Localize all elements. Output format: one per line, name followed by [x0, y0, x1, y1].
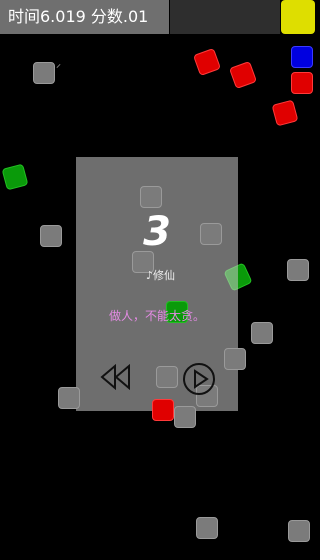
motto-text: 做人，不能太贪。	[108, 309, 205, 323]
red-block	[291, 72, 313, 94]
gray-block	[224, 348, 246, 370]
hud-dark-bar	[170, 0, 280, 34]
gray-block	[288, 520, 310, 542]
play-circle-icon	[183, 363, 215, 395]
gray-block	[196, 517, 218, 539]
rewind-button[interactable]	[98, 363, 132, 391]
red-block	[152, 399, 174, 421]
gray-block	[58, 387, 80, 409]
blue-block	[291, 46, 313, 68]
subtitle-label: 修仙	[153, 269, 176, 282]
yellow-color-button[interactable]	[281, 0, 315, 34]
gray-block	[174, 406, 196, 428]
countdown-overlay: 3 ♪修仙 做人，不能太贪。	[58, 157, 246, 428]
gray-block	[156, 366, 178, 388]
gray-block	[287, 259, 309, 281]
red-block	[228, 60, 258, 90]
gray-block	[251, 322, 273, 344]
gray-block	[33, 62, 55, 84]
small-mark: ⸝	[56, 59, 61, 70]
rewind-icon	[100, 363, 130, 391]
red-block	[192, 47, 222, 77]
hud-status-text: 时间6.019 分数.01	[0, 0, 169, 34]
red-block	[271, 99, 299, 127]
countdown-number: 3	[143, 209, 171, 255]
gray-block	[140, 186, 162, 208]
subtitle-text: ♪修仙	[146, 267, 175, 283]
green-block	[1, 163, 29, 191]
music-note-icon: ♪	[146, 269, 154, 282]
play-button[interactable]	[182, 362, 216, 396]
gray-block	[40, 225, 62, 247]
